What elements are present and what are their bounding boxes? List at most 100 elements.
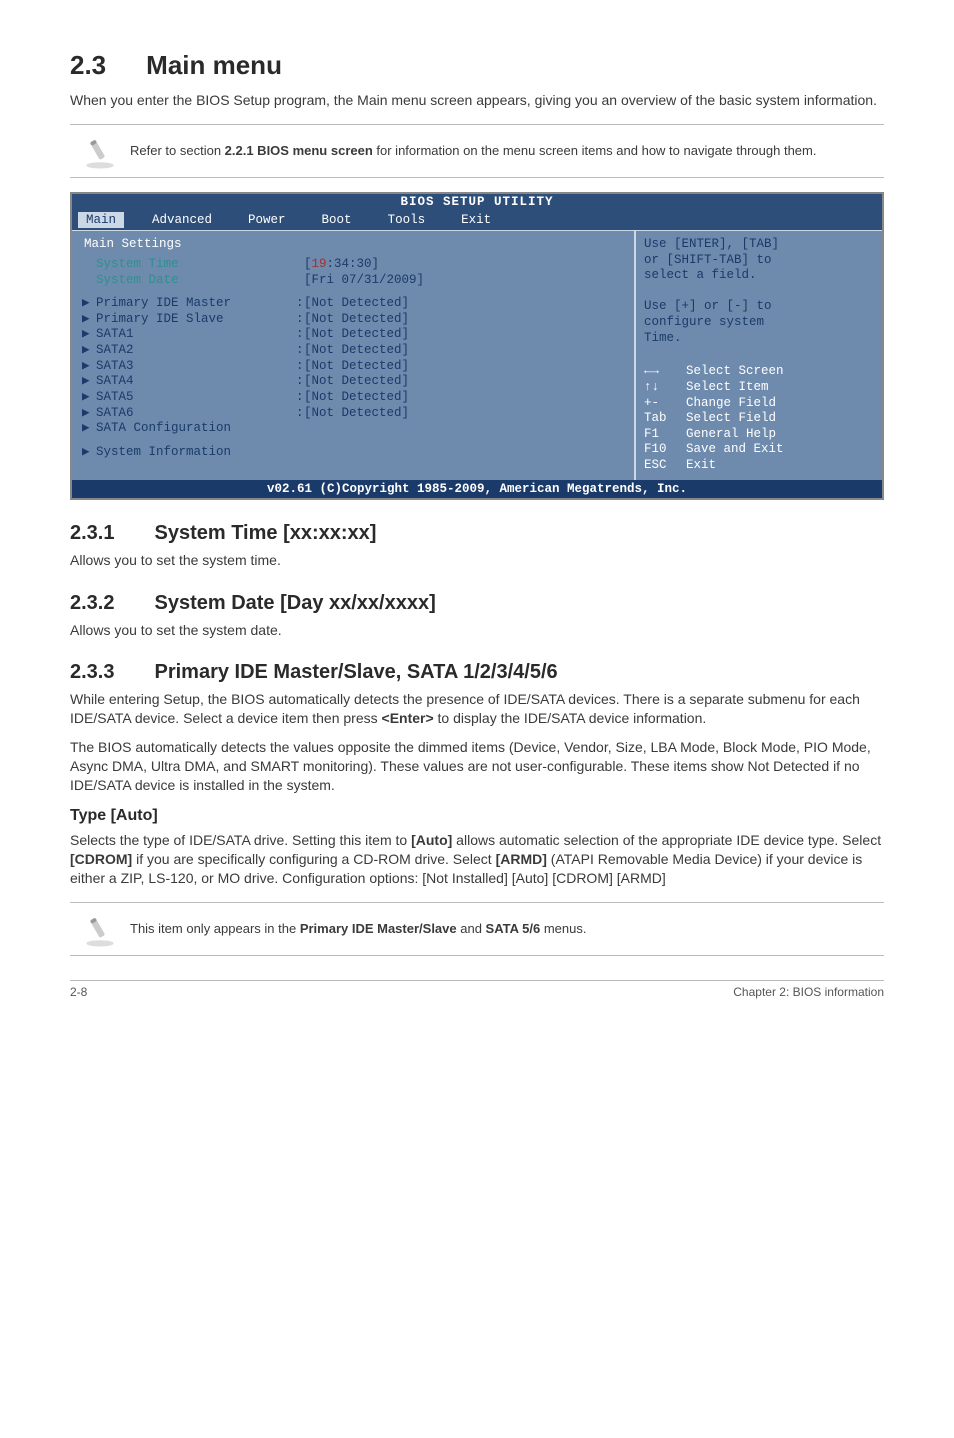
submenu-arrow-icon: ▶ bbox=[82, 343, 96, 359]
bios-help-line: Time. bbox=[644, 331, 874, 347]
bios-row[interactable]: System Time [19:34:30] bbox=[82, 257, 624, 273]
submenu-arrow-icon: ▶ bbox=[82, 296, 96, 312]
note-pencil-icon bbox=[70, 909, 130, 949]
legend-desc: Select Field bbox=[686, 411, 776, 427]
submenu-arrow-icon: ▶ bbox=[82, 327, 96, 343]
bios-row-value: [Not Detected] bbox=[304, 406, 409, 422]
bios-row[interactable]: ▶SATA6:[Not Detected] bbox=[82, 406, 624, 422]
intro-paragraph: When you enter the BIOS Setup program, t… bbox=[70, 91, 884, 110]
page-footer: 2-8 Chapter 2: BIOS information bbox=[70, 980, 884, 999]
submenu-arrow-icon: ▶ bbox=[82, 421, 96, 437]
bios-row-label: System Date bbox=[96, 273, 296, 289]
note-box: This item only appears in the Primary ID… bbox=[70, 902, 884, 956]
submenu-arrow-icon: ▶ bbox=[82, 359, 96, 375]
bios-menu-power[interactable]: Power bbox=[240, 212, 294, 228]
page-number: 2-8 bbox=[70, 985, 87, 999]
bios-menu-tools[interactable]: Tools bbox=[380, 212, 434, 228]
chapter-label: Chapter 2: BIOS information bbox=[733, 985, 884, 999]
bios-row[interactable]: ▶SATA1:[Not Detected] bbox=[82, 327, 624, 343]
note-box: Refer to section 2.2.1 BIOS menu screen … bbox=[70, 124, 884, 178]
bios-row-label: System Information bbox=[96, 445, 296, 461]
bios-row[interactable]: ▶SATA Configuration bbox=[82, 421, 624, 437]
bios-legend-row: TabSelect Field bbox=[644, 411, 874, 427]
legend-key: Tab bbox=[644, 411, 686, 427]
bios-row-label: SATA5 bbox=[96, 390, 296, 406]
bios-help-line bbox=[644, 284, 874, 300]
legend-key: ←→ bbox=[644, 364, 686, 380]
body-text: Allows you to set the system time. bbox=[70, 551, 884, 570]
submenu-arrow-icon: ▶ bbox=[82, 406, 96, 422]
bios-row-label: SATA2 bbox=[96, 343, 296, 359]
legend-key: ↑↓ bbox=[644, 380, 686, 396]
legend-key: F10 bbox=[644, 442, 686, 458]
bios-row-value: [Not Detected] bbox=[304, 359, 409, 375]
bios-row[interactable]: ▶SATA4:[Not Detected] bbox=[82, 374, 624, 390]
legend-desc: Save and Exit bbox=[686, 442, 784, 458]
legend-key: +- bbox=[644, 396, 686, 412]
bios-help-line: configure system bbox=[644, 315, 874, 331]
bios-row-label: Primary IDE Master bbox=[96, 296, 296, 312]
bios-menu-boot[interactable]: Boot bbox=[314, 212, 360, 228]
submenu-arrow-icon: ▶ bbox=[82, 374, 96, 390]
body-text: While entering Setup, the BIOS automatic… bbox=[70, 690, 884, 728]
bios-menu-advanced[interactable]: Advanced bbox=[144, 212, 220, 228]
bios-row-value: [Not Detected] bbox=[304, 296, 409, 312]
subsection-heading: 2.3.1System Time [xx:xx:xx] bbox=[70, 522, 884, 545]
bios-row[interactable]: ▶System Information bbox=[82, 445, 624, 461]
legend-desc: General Help bbox=[686, 427, 776, 443]
bios-row-label: Primary IDE Slave bbox=[96, 312, 296, 328]
bios-row-label: SATA Configuration bbox=[96, 421, 296, 437]
bios-row-value: [Not Detected] bbox=[304, 327, 409, 343]
bios-row-label: System Time bbox=[96, 257, 296, 273]
submenu-arrow-icon bbox=[82, 257, 96, 273]
legend-desc: Select Screen bbox=[686, 364, 784, 380]
bios-row[interactable]: ▶SATA5:[Not Detected] bbox=[82, 390, 624, 406]
bios-row[interactable]: System Date [Fri 07/31/2009] bbox=[82, 273, 624, 289]
subsection-heading: 2.3.2System Date [Day xx/xx/xxxx] bbox=[70, 592, 884, 615]
bios-row[interactable]: ▶SATA2:[Not Detected] bbox=[82, 343, 624, 359]
body-text: Allows you to set the system date. bbox=[70, 621, 884, 640]
bios-screen: BIOS SETUP UTILITY Main Advanced Power B… bbox=[70, 192, 884, 500]
submenu-arrow-icon bbox=[82, 273, 96, 289]
submenu-arrow-icon: ▶ bbox=[82, 390, 96, 406]
bios-section-label: Main Settings bbox=[84, 237, 624, 251]
bios-footer: v02.61 (C)Copyright 1985-2009, American … bbox=[72, 480, 882, 498]
bios-help-line: Use [ENTER], [TAB] bbox=[644, 237, 874, 253]
bios-main-panel: Main Settings System Time[19:34:30]Syste… bbox=[72, 231, 636, 480]
submenu-arrow-icon: ▶ bbox=[82, 312, 96, 328]
bios-row-value: [Fri 07/31/2009] bbox=[304, 273, 424, 289]
bios-row-value: [Not Detected] bbox=[304, 374, 409, 390]
bios-menu-bar: Main Advanced Power Boot Tools Exit bbox=[72, 210, 882, 230]
note-pencil-icon bbox=[70, 131, 130, 171]
bios-row-value: [Not Detected] bbox=[304, 390, 409, 406]
legend-key: F1 bbox=[644, 427, 686, 443]
note-text: This item only appears in the Primary ID… bbox=[130, 920, 586, 938]
bios-menu-main[interactable]: Main bbox=[78, 212, 124, 228]
body-text: Selects the type of IDE/SATA drive. Sett… bbox=[70, 831, 884, 888]
legend-desc: Change Field bbox=[686, 396, 776, 412]
bios-legend-row: ESCExit bbox=[644, 458, 874, 474]
bios-menu-exit[interactable]: Exit bbox=[453, 212, 499, 228]
bios-row-label: SATA3 bbox=[96, 359, 296, 375]
subsubsection-heading: Type [Auto] bbox=[70, 807, 884, 825]
body-text: The BIOS automatically detects the value… bbox=[70, 738, 884, 795]
legend-key: ESC bbox=[644, 458, 686, 474]
note-text: Refer to section 2.2.1 BIOS menu screen … bbox=[130, 142, 816, 160]
bios-row[interactable]: ▶SATA3:[Not Detected] bbox=[82, 359, 624, 375]
subsection-heading: 2.3.3Primary IDE Master/Slave, SATA 1/2/… bbox=[70, 661, 884, 684]
bios-legend-row: ←→Select Screen bbox=[644, 364, 874, 380]
bios-help-panel: Use [ENTER], [TAB]or [SHIFT-TAB] toselec… bbox=[636, 231, 882, 480]
bios-row-label: SATA6 bbox=[96, 406, 296, 422]
bios-row[interactable]: ▶Primary IDE Master:[Not Detected] bbox=[82, 296, 624, 312]
bios-row-value: [19:34:30] bbox=[304, 257, 379, 273]
bios-help-line: Use [+] or [-] to bbox=[644, 299, 874, 315]
bios-legend-row: +-Change Field bbox=[644, 396, 874, 412]
legend-desc: Select Item bbox=[686, 380, 769, 396]
bios-row-label: SATA1 bbox=[96, 327, 296, 343]
submenu-arrow-icon: ▶ bbox=[82, 445, 96, 461]
bios-row-value: [Not Detected] bbox=[304, 312, 409, 328]
bios-legend-row: F1General Help bbox=[644, 427, 874, 443]
bios-row[interactable]: ▶Primary IDE Slave:[Not Detected] bbox=[82, 312, 624, 328]
bios-row-label: SATA4 bbox=[96, 374, 296, 390]
bios-legend-row: F10Save and Exit bbox=[644, 442, 874, 458]
